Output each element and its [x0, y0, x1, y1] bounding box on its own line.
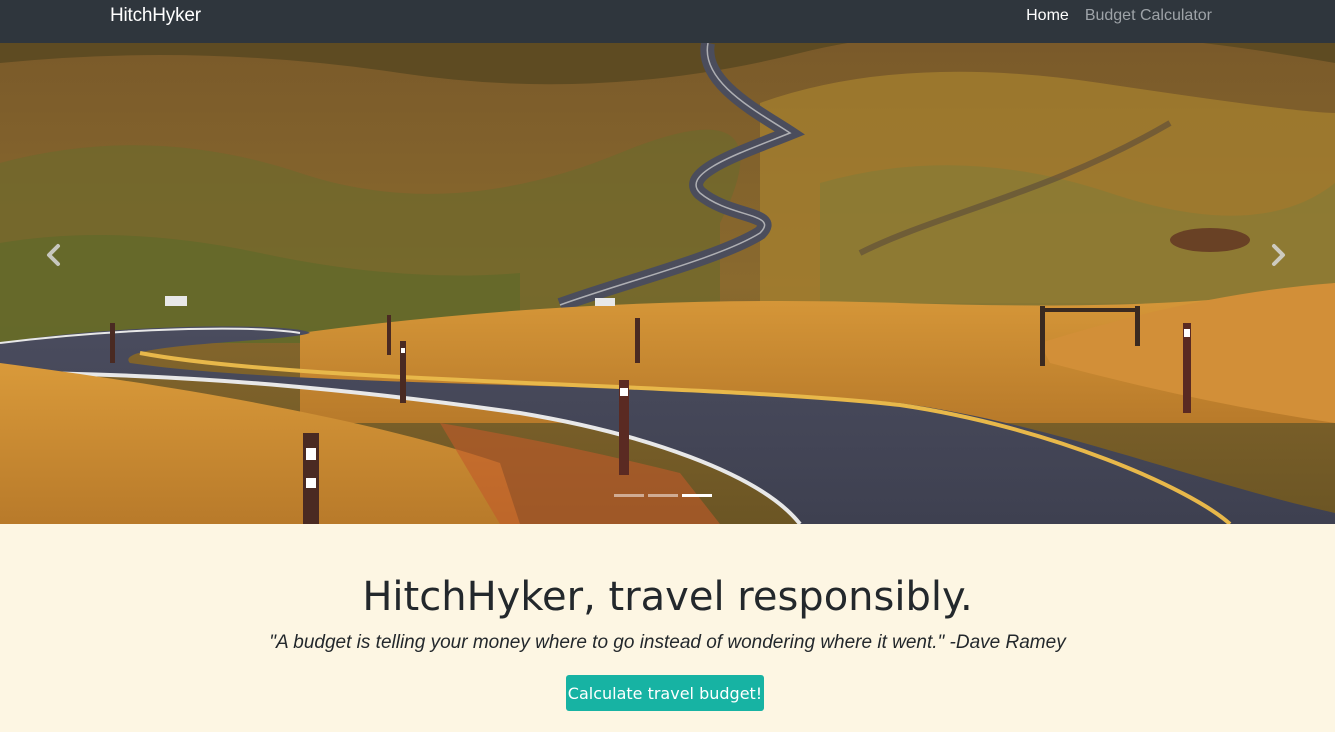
carousel-indicator-3[interactable]	[682, 494, 712, 497]
hero-quote: "A budget is telling your money where to…	[269, 632, 1066, 653]
top-navbar: HitchHyker Home Budget Calculator	[0, 0, 1335, 43]
hero-headline: HitchHyker, travel responsibly.	[362, 574, 973, 620]
chevron-right-icon	[1272, 244, 1285, 266]
nav-link-home[interactable]: Home	[1026, 6, 1069, 26]
carousel-indicator-2[interactable]	[648, 494, 678, 497]
nav-link-budget-calculator[interactable]: Budget Calculator	[1085, 6, 1212, 26]
carousel-indicator-1[interactable]	[614, 494, 644, 497]
hero-carousel	[0, 43, 1335, 524]
brand-logo-text[interactable]: HitchHyker	[110, 6, 201, 26]
nav-links: Home Budget Calculator	[1026, 6, 1212, 26]
carousel-indicators	[614, 494, 712, 497]
carousel-next-control[interactable]	[1268, 243, 1288, 267]
chevron-left-icon	[47, 244, 60, 266]
landscape-road-photo	[0, 43, 1335, 524]
calculate-travel-budget-button[interactable]: Calculate travel budget!	[566, 675, 764, 711]
carousel-prev-control[interactable]	[44, 243, 64, 267]
hero-section: HitchHyker, travel responsibly. "A budge…	[0, 524, 1335, 732]
